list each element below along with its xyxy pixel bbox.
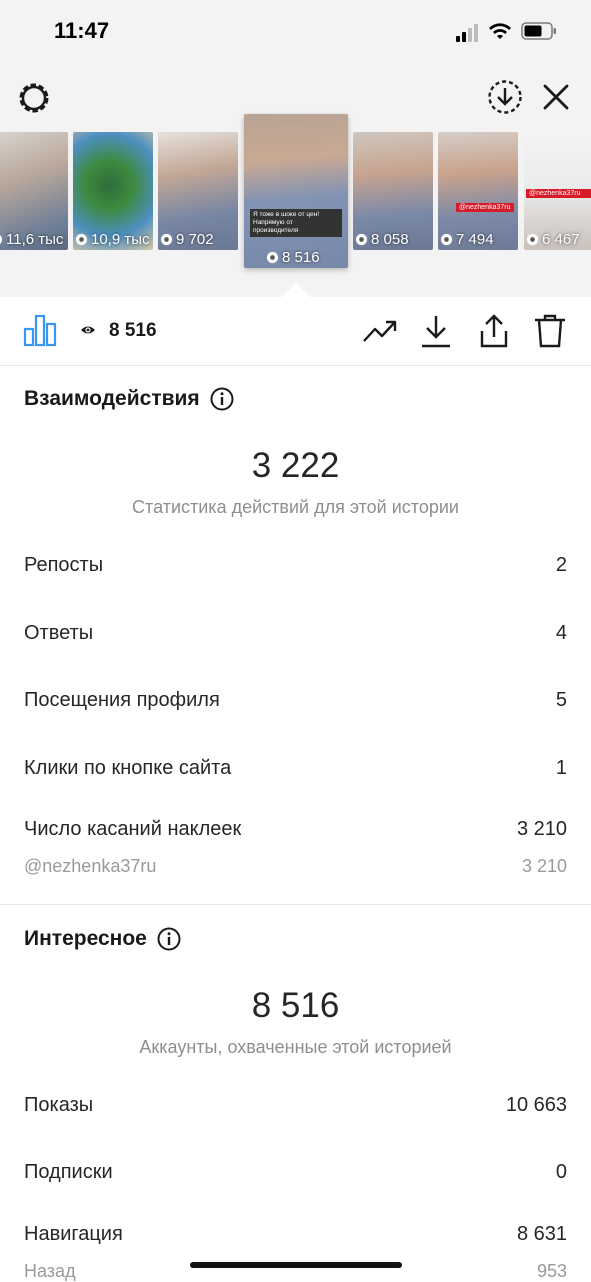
insights-panel: 8 516 Взаимодействия 3 222 Статистика де… <box>0 297 591 1281</box>
story-views: 7 494 <box>456 231 494 248</box>
stat-label: Число касаний наклеек <box>24 818 242 840</box>
stat-label: Посещения профиля <box>24 689 220 711</box>
story-thumbnail[interactable]: 8 058 <box>353 132 433 250</box>
stat-label: Репосты <box>24 554 104 576</box>
discovery-total: 8 516 <box>251 986 340 1025</box>
discovery-subtitle: Аккаунты, охваченные этой историей <box>139 1037 452 1057</box>
story-thumbnail[interactable]: 9 702 <box>158 132 238 250</box>
stat-label: Ответы <box>24 622 94 644</box>
story-views: 6 467 <box>542 231 580 248</box>
trending-up-icon[interactable] <box>362 313 398 349</box>
stat-row-follows: Подписки 0 <box>24 1161 567 1184</box>
discovery-title: Интересное <box>24 927 147 950</box>
story-mention-tag: @nezhenka37ru <box>526 188 591 198</box>
eye-icon <box>355 233 368 246</box>
stat-value: 0 <box>555 1161 567 1183</box>
stat-value: 8 631 <box>516 1223 567 1245</box>
section-divider <box>0 904 591 905</box>
bar-chart-icon[interactable] <box>23 313 57 347</box>
story-thumbnail[interactable]: @nezhenka37ru 7 494 <box>438 132 518 250</box>
stat-label: Подписки <box>24 1161 113 1183</box>
stat-value: 953 <box>536 1261 567 1281</box>
stat-label: Клики по кнопке сайта <box>24 757 232 779</box>
story-thumbnail[interactable]: 11,6 тыс <box>0 132 68 250</box>
stat-label: Назад <box>24 1261 76 1281</box>
stat-value: 5 <box>555 689 567 711</box>
discovery-section-title: Интересное <box>24 927 181 951</box>
eye-icon <box>440 233 453 246</box>
eye-icon <box>0 235 3 244</box>
stat-subrow-sticker-mention[interactable]: @nezhenka37ru 3 210 <box>24 856 567 877</box>
stat-row-profile-visits: Посещения профиля 5 <box>24 689 567 712</box>
story-mention-tag: @nezhenka37ru <box>456 202 514 212</box>
home-indicator[interactable] <box>190 1262 402 1268</box>
stat-value: 3 210 <box>516 818 567 840</box>
eye-icon <box>75 233 88 246</box>
story-thumbnail[interactable]: 10,9 тыс <box>73 132 153 250</box>
story-views: 9 702 <box>176 231 214 248</box>
story-views: 8 516 <box>282 249 320 266</box>
interactions-section-title: Взаимодействия <box>24 387 234 411</box>
selection-pointer <box>282 283 310 297</box>
stat-value: 10 663 <box>505 1094 567 1116</box>
stat-label: Показы <box>24 1094 94 1116</box>
trash-icon[interactable] <box>532 313 568 349</box>
share-icon[interactable] <box>476 313 512 349</box>
download-circle-icon[interactable] <box>487 79 523 115</box>
download-icon[interactable] <box>418 313 454 349</box>
eye-icon <box>526 233 539 246</box>
story-views: 11,6 тыс <box>6 231 64 248</box>
stat-value: 4 <box>555 622 567 644</box>
insights-toolbar: 8 516 <box>0 297 591 366</box>
story-views: 10,9 тыс <box>91 231 150 248</box>
status-bar: 11:47 <box>0 0 591 64</box>
eye-icon <box>160 233 173 246</box>
stat-value: 1 <box>555 757 567 779</box>
stat-row-navigation: Навигация 8 631 <box>24 1223 567 1246</box>
stat-value: 2 <box>555 554 567 576</box>
story-thumbnail-selected[interactable]: Я тоже в шоке от цен! Напрямую от произв… <box>244 114 348 268</box>
stat-row-website-clicks: Клики по кнопке сайта 1 <box>24 757 567 780</box>
story-caption: Я тоже в шоке от цен! Напрямую от произв… <box>250 209 342 237</box>
eye-icon <box>266 251 279 264</box>
stat-row-replies: Ответы 4 <box>24 622 567 645</box>
wifi-icon <box>489 23 511 39</box>
close-icon[interactable] <box>541 82 571 112</box>
stat-label: Навигация <box>24 1223 123 1245</box>
info-icon[interactable] <box>157 927 181 951</box>
story-thumbnail[interactable]: @nezhenka37ru 6 467 <box>524 132 591 250</box>
stories-header: 11:47 11,6 тыс 10,9 тыс 9 702 Я тоже в ш… <box>0 0 591 297</box>
battery-icon <box>521 22 556 40</box>
eye-icon <box>81 326 95 334</box>
stat-label: @nezhenka37ru <box>24 856 157 876</box>
stories-carousel[interactable]: 11,6 тыс 10,9 тыс 9 702 Я тоже в шоке от… <box>0 114 591 272</box>
interactions-total: 3 222 <box>251 446 340 485</box>
stat-row-sticker-taps: Число касаний наклеек 3 210 <box>24 818 567 841</box>
clock: 11:47 <box>54 18 110 43</box>
stat-row-impressions: Показы 10 663 <box>24 1094 567 1117</box>
interactions-subtitle: Статистика действий для этой истории <box>132 497 459 517</box>
views-count: 8 516 <box>109 320 157 341</box>
story-views: 8 058 <box>371 231 409 248</box>
settings-gear-icon[interactable] <box>15 79 53 117</box>
info-icon[interactable] <box>210 387 234 411</box>
cellular-signal-icon <box>456 24 482 42</box>
interactions-title: Взаимодействия <box>24 387 200 410</box>
stat-row-reposts: Репосты 2 <box>24 554 567 577</box>
stat-value: 3 210 <box>521 856 567 876</box>
